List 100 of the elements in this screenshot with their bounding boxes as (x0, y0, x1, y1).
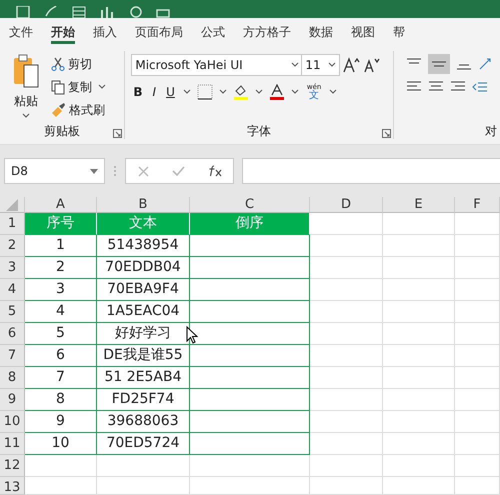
bold-button[interactable]: B (131, 82, 145, 102)
table-header-cell: 文本 (97, 213, 190, 235)
column-header[interactable]: A (25, 197, 97, 213)
table-cell: 5 (25, 323, 97, 345)
decrease-font-size-icon[interactable] (364, 57, 382, 73)
grid-cell (383, 301, 455, 323)
ribbon-tab[interactable]: 方方格子 (234, 18, 300, 45)
caret-icon[interactable] (254, 89, 263, 95)
checkmark-icon[interactable] (172, 166, 184, 176)
font-name-dropdown[interactable]: Microsoft YaHei UI (131, 54, 304, 76)
brush-icon (51, 103, 66, 117)
table-cell: 51438954 (97, 235, 190, 257)
grid-cell (455, 345, 500, 367)
row-header[interactable]: 12 (0, 455, 25, 477)
dialog-launcher-icon[interactable] (113, 129, 122, 138)
row-header[interactable]: 8 (0, 367, 25, 389)
row-header[interactable]: 7 (0, 345, 25, 367)
grid-cell (455, 257, 500, 279)
table-cell: 4 (25, 301, 97, 323)
shape-icon[interactable] (128, 6, 142, 18)
grip-icon (113, 165, 117, 177)
group-label: 剪贴板 (44, 124, 80, 138)
clipboard-icon (12, 53, 40, 89)
align-middle-icon[interactable] (428, 54, 450, 74)
grid-cell (455, 455, 500, 477)
ribbon-tab[interactable]: 帮 (384, 18, 414, 45)
copy-button[interactable]: 复制 (49, 77, 108, 97)
grid-cell (455, 367, 500, 389)
grid-cell (383, 235, 455, 257)
row-header[interactable]: 4 (0, 279, 25, 301)
column-header[interactable]: C (190, 197, 310, 213)
table-cell: 9 (25, 411, 97, 433)
caret-icon[interactable] (329, 89, 338, 95)
underline-button[interactable]: U (164, 82, 177, 102)
grid-cell (383, 433, 455, 455)
table-cell: 3 (25, 279, 97, 301)
ribbon-tab[interactable]: 文件 (0, 18, 42, 45)
column-header[interactable]: D (310, 197, 383, 213)
ribbon-tab[interactable]: 开始 (42, 18, 84, 45)
row-header[interactable]: 6 (0, 323, 25, 345)
grid-cell (383, 213, 455, 235)
format-painter-button[interactable]: 格式刷 (49, 100, 108, 120)
borders-icon[interactable] (196, 84, 213, 100)
ribbon-tab[interactable]: 页面布局 (126, 18, 192, 45)
name-box[interactable]: D8 (4, 158, 105, 184)
table-cell: DE我是谁55 (97, 345, 190, 367)
scissors-icon (51, 57, 65, 71)
row-header[interactable]: 3 (0, 257, 25, 279)
table-header-cell: 倒序 (190, 213, 310, 235)
undo-icon[interactable] (44, 6, 58, 18)
ribbon-tab[interactable]: 公式 (192, 18, 234, 45)
grid-cell (25, 477, 97, 495)
ribbon-tab[interactable]: 视图 (342, 18, 384, 45)
column-header[interactable]: B (97, 197, 190, 213)
table-cell: 7 (25, 367, 97, 389)
row-header[interactable]: 10 (0, 411, 25, 433)
column-header[interactable]: F (455, 197, 500, 213)
grid-cell (455, 301, 500, 323)
row-header[interactable]: 2 (0, 235, 25, 257)
caret-icon[interactable] (182, 89, 191, 95)
increase-font-size-icon[interactable] (343, 57, 362, 73)
font-size-dropdown[interactable]: 11 (301, 54, 340, 76)
ribbon-tab[interactable]: 数据 (300, 18, 342, 45)
row-header[interactable]: 13 (0, 477, 25, 495)
table-cell: 51 2E5AB4 (97, 367, 190, 389)
grid-cell (383, 279, 455, 301)
column-header[interactable]: E (383, 197, 455, 213)
row-header[interactable]: 9 (0, 389, 25, 411)
row-header[interactable]: 11 (0, 433, 25, 455)
grid-cell (455, 235, 500, 257)
group-label: 对 (485, 124, 497, 138)
dialog-launcher-icon[interactable] (382, 129, 391, 138)
table-cell: 2 (25, 257, 97, 279)
table-icon[interactable] (72, 6, 86, 18)
decrease-indent-icon[interactable] (472, 80, 488, 94)
save-icon[interactable] (16, 6, 30, 18)
grid-cell (383, 477, 455, 495)
insert-function-icon[interactable] (208, 165, 222, 177)
table-cell: 10 (25, 433, 97, 455)
table-cell: 70EBA9F4 (97, 279, 190, 301)
caret-icon[interactable] (218, 89, 227, 95)
table-cell: FD25F74 (97, 389, 190, 411)
font-color-icon[interactable] (268, 84, 285, 100)
fill-color-icon[interactable] (232, 84, 249, 100)
caret-icon (328, 62, 336, 68)
italic-button[interactable]: I (150, 82, 158, 102)
caret-icon[interactable] (290, 89, 299, 95)
chart-icon[interactable] (100, 6, 114, 18)
mouse-cursor-icon (186, 326, 198, 344)
row-header[interactable]: 5 (0, 301, 25, 323)
dropdown-arrow-icon[interactable] (90, 168, 98, 174)
grid-cell (455, 279, 500, 301)
row-header[interactable]: 1 (0, 213, 25, 235)
table-cell: 1A5EAC04 (97, 301, 190, 323)
paste-button[interactable]: 粘贴 (6, 51, 46, 123)
cut-button[interactable]: 剪切 (49, 54, 108, 74)
formula-input[interactable] (242, 158, 500, 184)
group-label: 字体 (247, 124, 272, 138)
ribbon-tab[interactable]: 插入 (84, 18, 126, 45)
grid-cell (25, 455, 97, 477)
